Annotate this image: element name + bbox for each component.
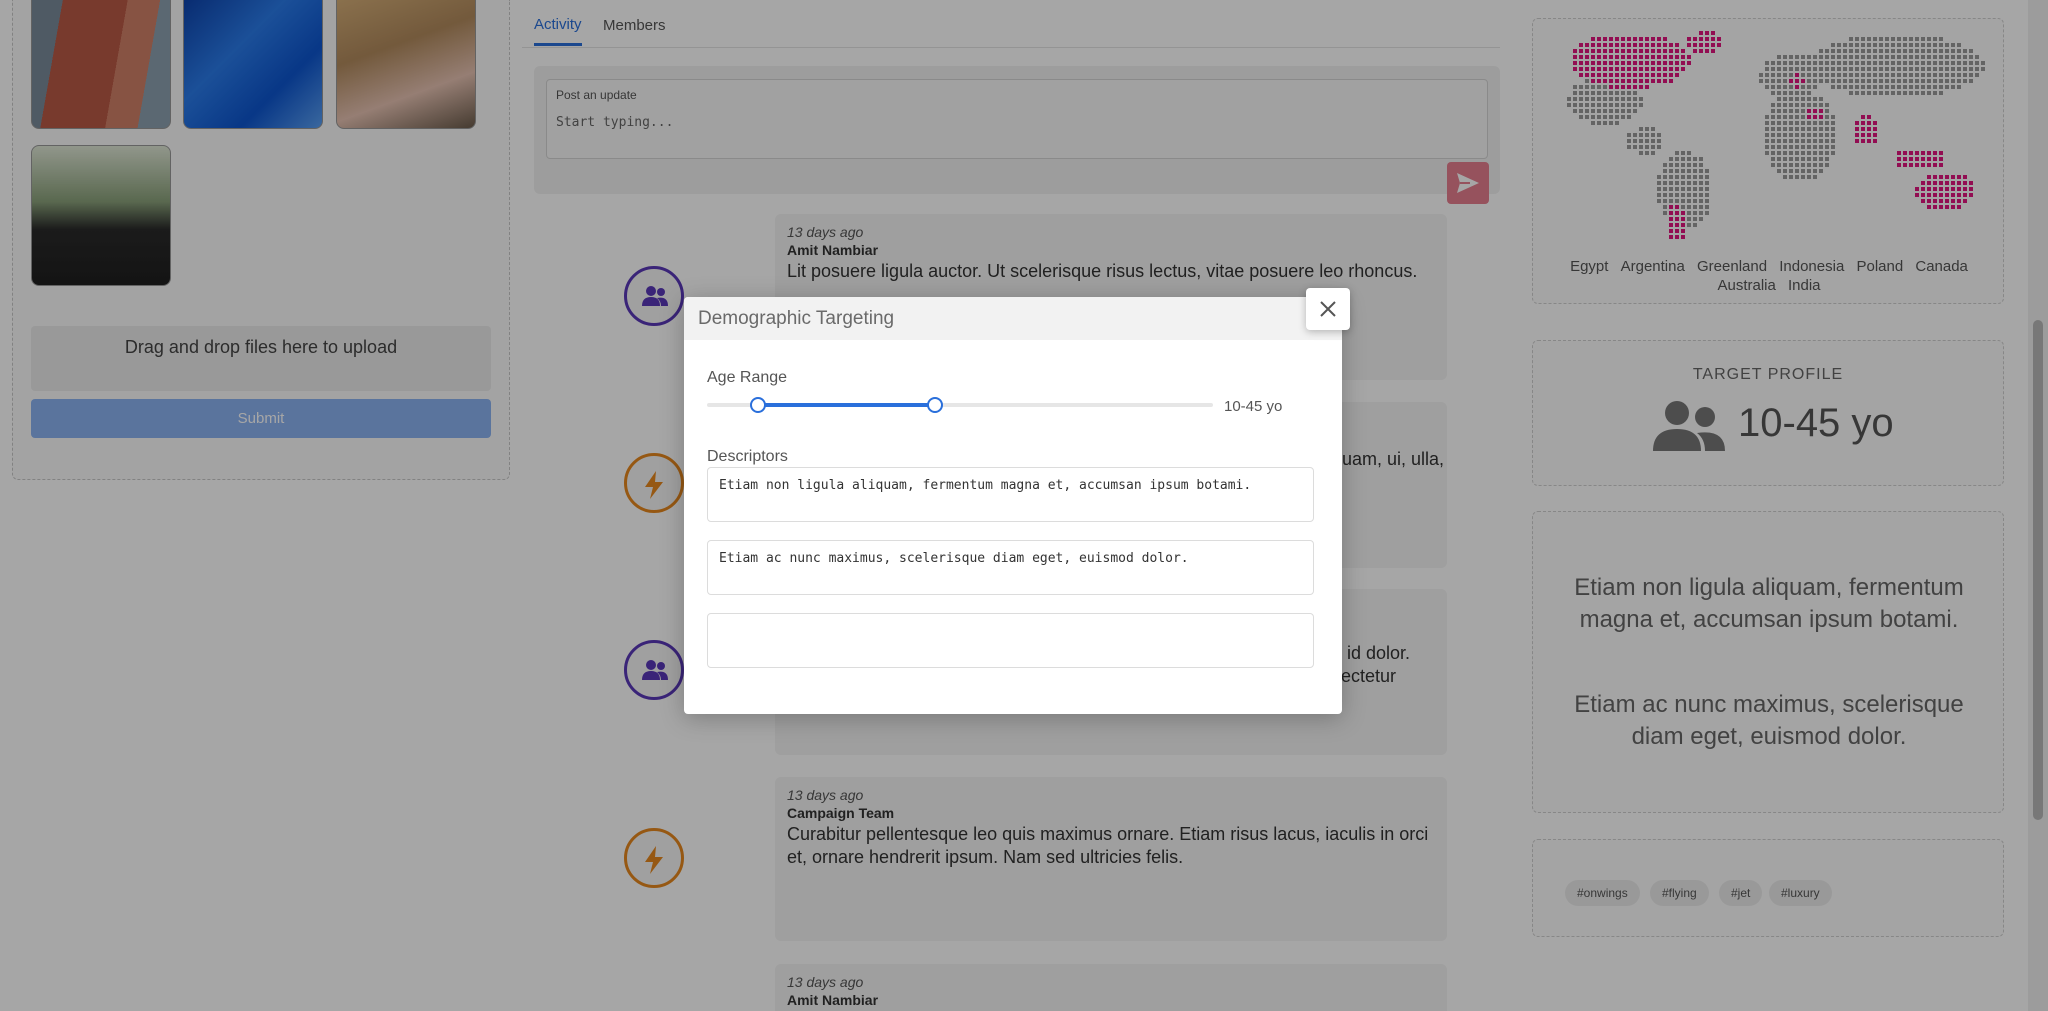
age-range-label: Age Range	[707, 369, 788, 386]
descriptors-label: Descriptors	[707, 448, 788, 465]
modal-title: Demographic Targeting	[698, 308, 895, 329]
descriptor-input[interactable]: Etiam non ligula aliquam, fermentum magn…	[707, 467, 1314, 522]
slider-thumb-max[interactable]	[926, 397, 943, 413]
descriptor-input[interactable]: Etiam ac nunc maximus, scelerisque diam …	[707, 540, 1314, 595]
age-range-slider[interactable]	[707, 397, 1213, 413]
slider-thumb-min[interactable]	[749, 397, 766, 413]
age-range-value: 10-45 yo	[1224, 398, 1283, 415]
demographic-targeting-modal: Demographic Targeting Age Range 10-45 yo…	[684, 288, 1350, 714]
close-icon	[1320, 301, 1336, 317]
modal-header: Demographic Targeting	[684, 297, 1342, 340]
slider-fill	[757, 403, 935, 407]
close-button[interactable]	[1306, 288, 1350, 330]
descriptor-input[interactable]	[707, 613, 1314, 668]
